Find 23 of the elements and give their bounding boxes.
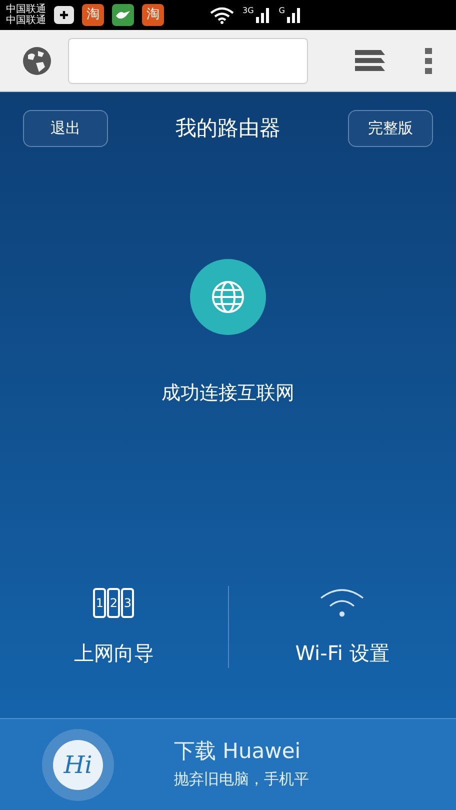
plus-icon	[54, 6, 74, 24]
page-title: 我的路由器	[176, 114, 280, 142]
wifi-icon	[208, 6, 234, 24]
app-notification-icon: 淘	[82, 4, 104, 26]
globe-icon[interactable]	[22, 46, 52, 76]
network-type: G	[278, 7, 285, 15]
stack-icon[interactable]	[354, 48, 386, 74]
signal-icon	[286, 7, 302, 23]
network-type: 3G	[242, 7, 254, 15]
connection-status: 成功连接互联网	[162, 381, 294, 406]
banner-title: 下载 Huawei	[174, 738, 302, 764]
app-notification-icon: 淘	[142, 4, 164, 26]
address-field[interactable]	[68, 38, 308, 84]
app-logo[interactable]: Hi	[42, 728, 114, 800]
shortcut-label[interactable]: Wi-Fi 设置	[295, 638, 390, 668]
banner-subtitle: 抛弃旧电脑，手机平	[174, 769, 309, 790]
carrier-name: 中国联通	[6, 4, 46, 15]
exit-button[interactable]: 退出	[23, 110, 108, 147]
carrier-name: 中国联通	[6, 15, 46, 26]
more-icon[interactable]	[424, 46, 434, 74]
signal-icon	[254, 7, 271, 23]
full-version-button[interactable]: 完整版	[348, 110, 433, 147]
shortcut-label[interactable]: 上网向导	[74, 638, 154, 668]
